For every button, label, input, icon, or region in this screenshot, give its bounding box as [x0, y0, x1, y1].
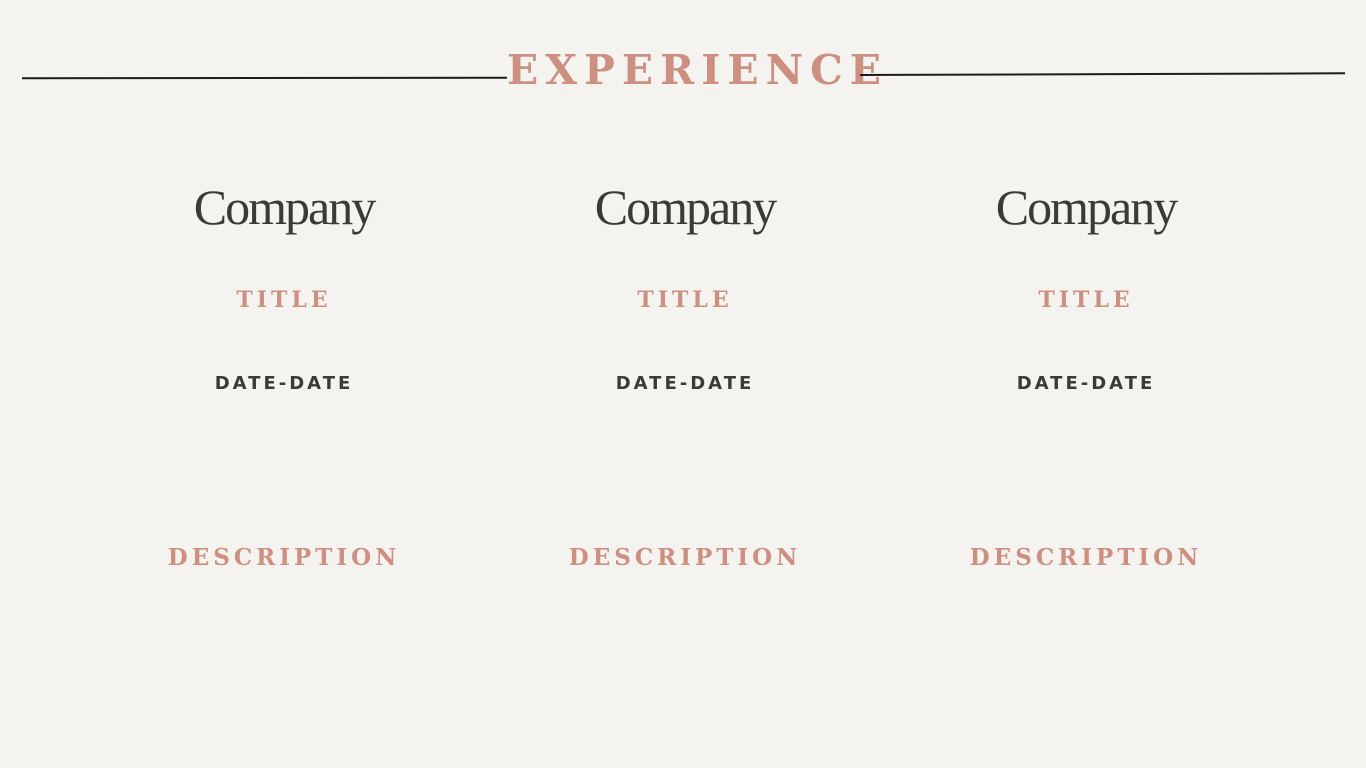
job-description: DESCRIPTION	[568, 544, 802, 571]
experience-entry: Company TITLE DATE-DATE DESCRIPTION	[104, 0, 464, 768]
experience-entry: Company TITLE DATE-DATE DESCRIPTION	[906, 0, 1266, 768]
job-title: TITLE	[1038, 287, 1134, 313]
date-range: DATE-DATE	[1016, 373, 1156, 394]
company-name: Company	[995, 179, 1178, 235]
date-range: DATE-DATE	[615, 373, 755, 394]
date-range: DATE-DATE	[214, 373, 354, 394]
company-name: Company	[594, 179, 777, 235]
job-description: DESCRIPTION	[969, 544, 1203, 571]
job-description: DESCRIPTION	[167, 544, 401, 571]
experience-entry: Company TITLE DATE-DATE DESCRIPTION	[505, 0, 865, 768]
job-title: TITLE	[637, 287, 733, 313]
company-name: Company	[193, 179, 376, 235]
job-title: TITLE	[236, 287, 332, 313]
